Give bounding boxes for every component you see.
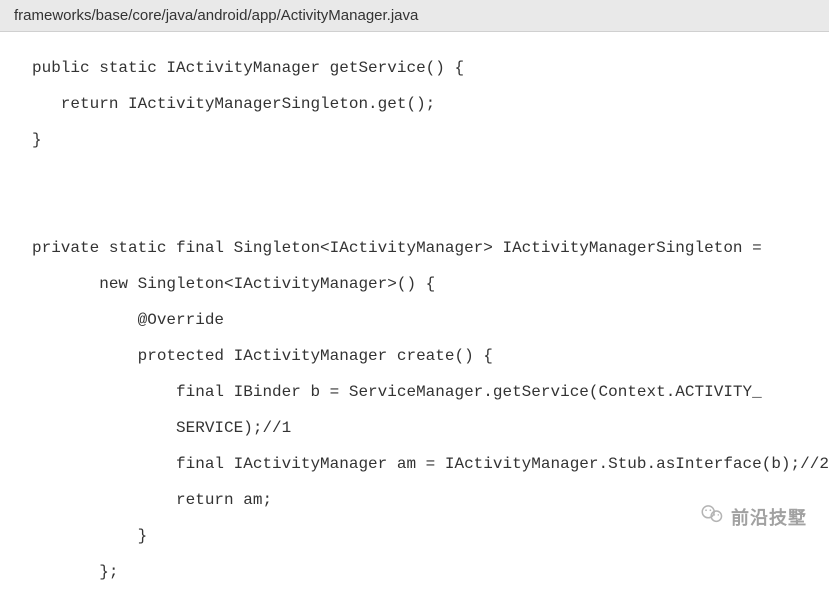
watermark: 前沿技墅 xyxy=(699,501,807,532)
wechat-icon xyxy=(699,501,725,532)
watermark-text: 前沿技墅 xyxy=(731,504,807,530)
file-path-bar: frameworks/base/core/java/android/app/Ac… xyxy=(0,0,829,32)
file-path-text: frameworks/base/core/java/android/app/Ac… xyxy=(14,7,418,24)
